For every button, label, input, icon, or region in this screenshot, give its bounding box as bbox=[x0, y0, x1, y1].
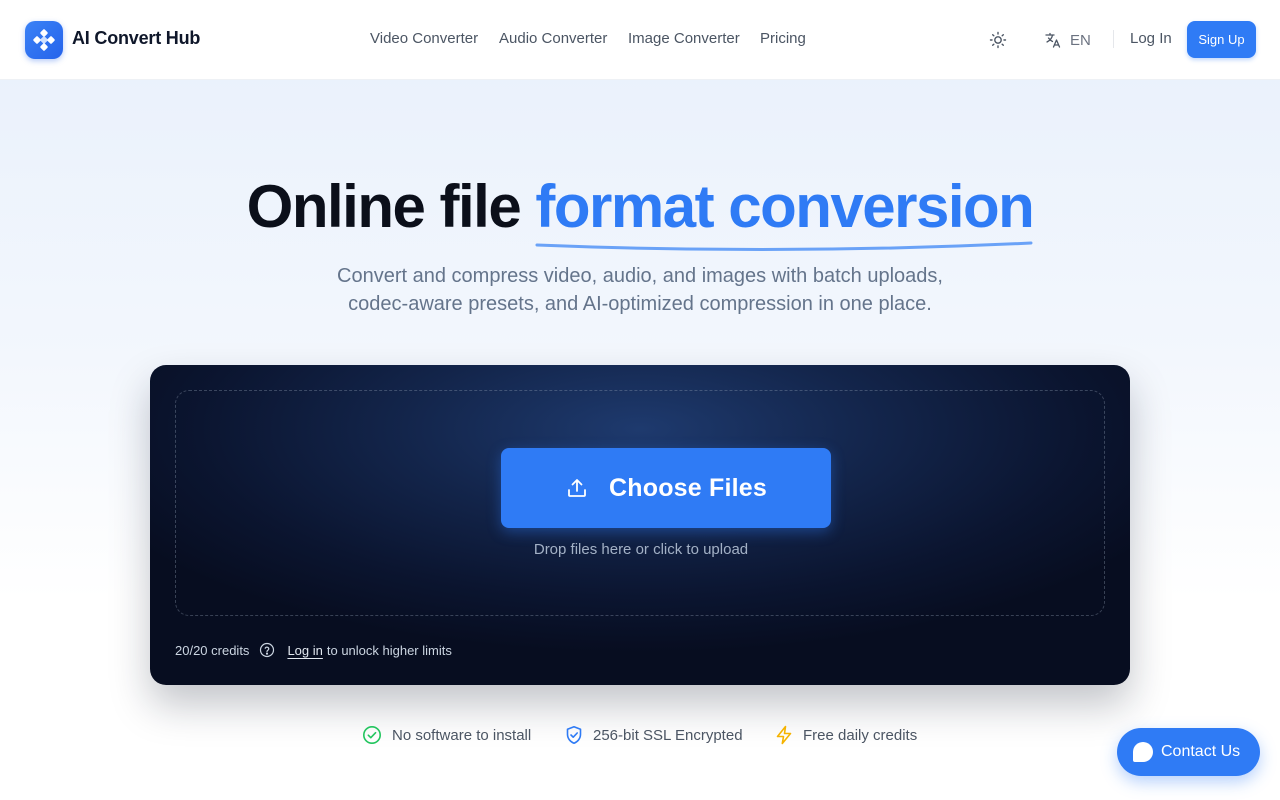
hero-subtitle-line-2: codec-aware presets, and AI-optimized co… bbox=[348, 293, 932, 315]
contact-us-label: Contact Us bbox=[1161, 743, 1241, 760]
language-selector[interactable]: EN bbox=[1044, 30, 1091, 50]
language-code: EN bbox=[1070, 31, 1091, 49]
help-question-icon[interactable] bbox=[259, 642, 275, 658]
nav-audio-converter[interactable]: Audio Converter bbox=[499, 30, 607, 47]
shield-check-icon bbox=[566, 726, 582, 744]
credits-count: 20/20 credits bbox=[175, 642, 250, 658]
unlock-text: to unlock higher limits bbox=[326, 642, 452, 658]
site-header: AI Convert Hub Video Converter Audio Con… bbox=[0, 0, 1280, 80]
hero-subtitle-line-1: Convert and compress video, audio, and i… bbox=[337, 265, 943, 287]
credits-row: 20/20 credits Log in to unlock higher li… bbox=[175, 641, 452, 659]
accent-underline bbox=[535, 241, 1033, 252]
drop-hint: Drop files here or click to upload bbox=[533, 541, 749, 558]
signup-button[interactable]: Sign Up bbox=[1187, 21, 1256, 58]
header-divider bbox=[1113, 30, 1114, 48]
lightning-icon bbox=[776, 725, 792, 745]
trust-no-software: No software to install bbox=[362, 724, 531, 746]
choose-files-label: Choose Files bbox=[609, 473, 767, 502]
theme-toggle-sun-icon[interactable] bbox=[988, 30, 1008, 50]
hero-title-accent-text: format conversion bbox=[535, 173, 1034, 240]
check-circle-icon bbox=[363, 726, 381, 744]
contact-us-button[interactable]: Contact Us bbox=[1117, 728, 1260, 776]
trust-no-software-label: No software to install bbox=[392, 726, 532, 744]
chat-bubble-icon bbox=[1133, 742, 1153, 762]
hero-title: Online file format conversion bbox=[0, 172, 1280, 252]
login-link[interactable]: Log In bbox=[1130, 30, 1172, 47]
hero-title-plain: Online file bbox=[246, 173, 536, 240]
trust-ssl: 256-bit SSL Encrypted bbox=[565, 724, 743, 746]
choose-files-button[interactable]: Choose Files bbox=[501, 448, 831, 528]
hero-title-accent: format conversion bbox=[535, 172, 1035, 252]
translate-icon bbox=[1045, 32, 1061, 48]
upload-icon bbox=[568, 479, 586, 497]
file-dropzone[interactable]: Choose Files Drop files here or click to… bbox=[175, 390, 1105, 616]
trust-free-credits-label: Free daily credits bbox=[803, 726, 918, 744]
hero-subtitle: Convert and compress video, audio, and i… bbox=[290, 262, 990, 318]
upload-card: Choose Files Drop files here or click to… bbox=[150, 365, 1130, 685]
login-unlock-link[interactable]: Log in bbox=[287, 643, 322, 658]
nav-video-converter[interactable]: Video Converter bbox=[370, 30, 478, 47]
nav-image-converter[interactable]: Image Converter bbox=[628, 30, 740, 47]
trust-ssl-label: 256-bit SSL Encrypted bbox=[593, 726, 743, 744]
trust-free-credits: Free daily credits bbox=[775, 724, 917, 746]
nav-pricing[interactable]: Pricing bbox=[760, 30, 806, 47]
